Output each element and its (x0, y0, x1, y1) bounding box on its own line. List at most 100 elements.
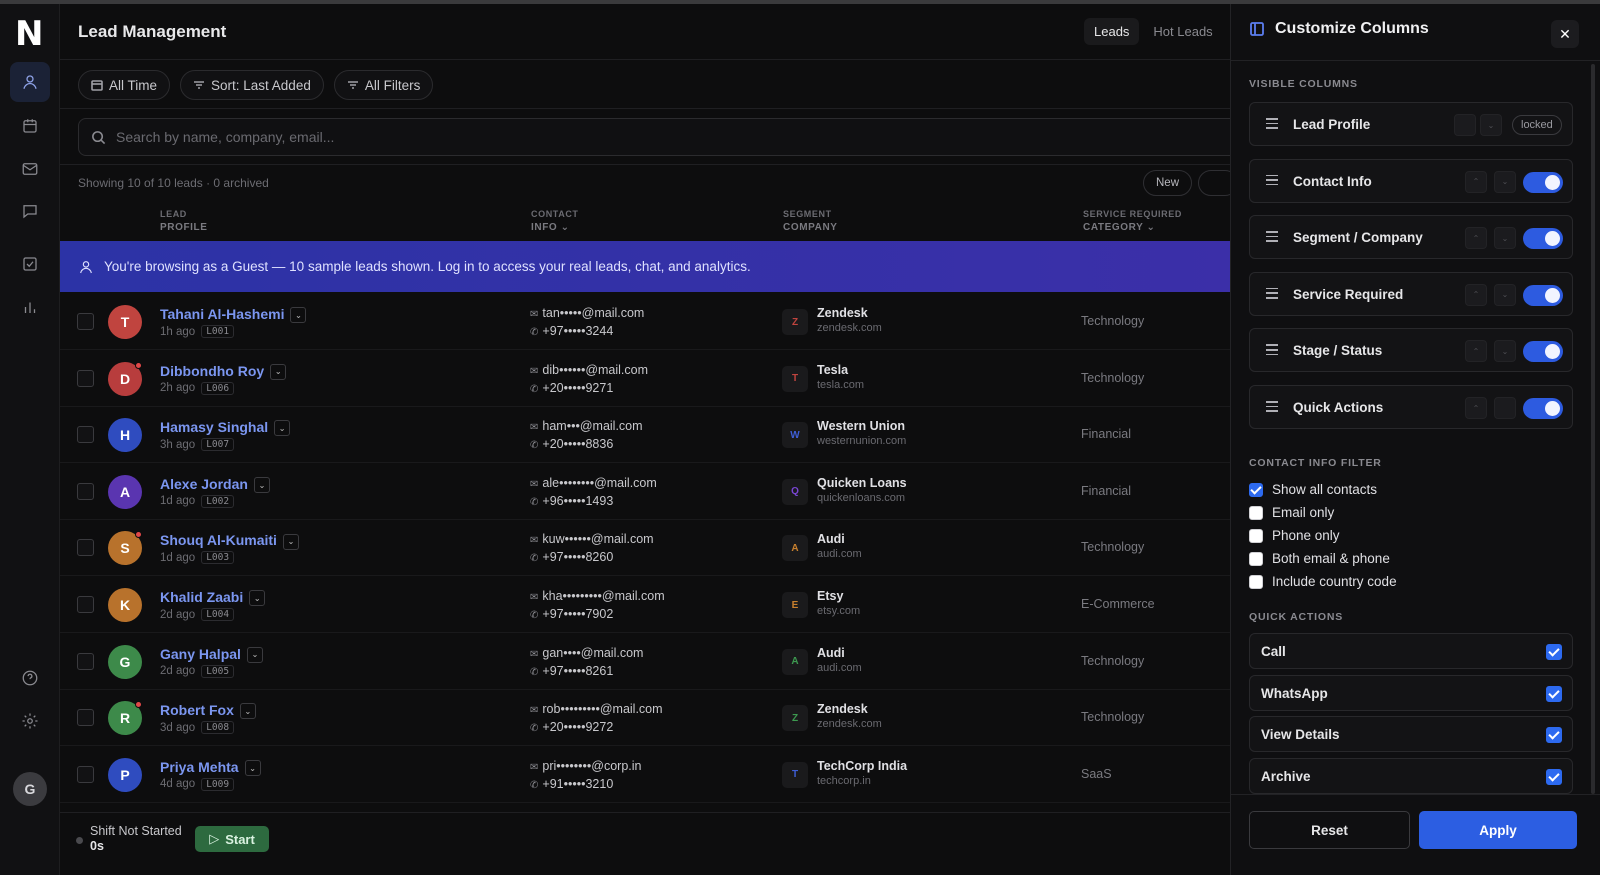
drag-handle-icon[interactable] (1266, 118, 1278, 130)
move-up-button[interactable]: ⌃ (1465, 340, 1487, 363)
drag-handle-icon[interactable] (1266, 401, 1278, 413)
move-down-button[interactable]: ⌄ (1494, 283, 1516, 306)
contact-filter-option[interactable]: Show all contacts (1249, 482, 1377, 497)
move-up-button[interactable]: ⌃ (1465, 283, 1487, 306)
table-row[interactable]: A Alexe Jordan ⌄ 1d ago L002 ✉ ale••••••••@… (60, 464, 1230, 520)
reset-button[interactable]: Reset (1249, 811, 1410, 849)
tab-hot-leads[interactable]: Hot Leads (1143, 18, 1222, 45)
quick-action-option[interactable]: View Details (1249, 716, 1573, 753)
chevron-down-icon[interactable]: ⌄ (244, 760, 261, 777)
column-header-service[interactable]: SERVICE REQUIRED CATEGORY ⌄ (1083, 208, 1182, 234)
checkbox[interactable] (1546, 769, 1562, 786)
quick-action-option[interactable]: Archive (1249, 758, 1573, 795)
table-row[interactable]: D Dibbondho Roy ⌄ 2h ago L006 ✉ dib••••••@m… (60, 351, 1230, 407)
nav-settings-button[interactable] (10, 701, 50, 741)
chevron-down-icon[interactable]: ⌄ (274, 420, 291, 437)
user-avatar[interactable]: G (13, 772, 47, 806)
column-header-contact[interactable]: CONTACT INFO ⌄ (531, 208, 579, 234)
start-shift-button[interactable]: ▷ Start (195, 826, 269, 852)
chevron-down-icon[interactable]: ⌄ (253, 477, 270, 494)
move-down-button[interactable]: ⌄ (1494, 227, 1516, 250)
close-panel-button[interactable]: ✕ (1551, 20, 1579, 48)
checkbox[interactable] (1546, 644, 1562, 660)
lead-name-link[interactable]: Alexe Jordan ⌄ (160, 476, 270, 494)
chevron-down-icon[interactable]: ⌄ (249, 590, 266, 607)
move-down-button[interactable]: ⌄ (1480, 114, 1502, 136)
contact-filter-option[interactable]: Phone only (1249, 528, 1340, 543)
sort-button[interactable]: Sort: Last Added (180, 70, 324, 100)
column-option[interactable]: Lead Profile ⌄ locked (1249, 102, 1573, 146)
contact-filter-option[interactable]: Email only (1249, 505, 1334, 520)
checkbox[interactable] (1249, 482, 1263, 497)
chevron-down-icon[interactable]: ⌄ (290, 307, 307, 324)
next-filter-button[interactable] (1198, 170, 1230, 196)
checkbox[interactable] (1249, 574, 1263, 589)
row-checkbox[interactable] (77, 313, 94, 330)
new-filter-button[interactable]: New (1143, 170, 1193, 196)
column-option[interactable]: Stage / Status ⌃ ⌄ (1249, 328, 1573, 373)
nav-leads-button[interactable] (10, 62, 50, 102)
move-down-button[interactable]: ⌄ (1494, 340, 1516, 363)
panel-scrollbar[interactable] (1591, 64, 1595, 794)
table-row[interactable]: H Hamasy Singhal ⌄ 3h ago L007 ✉ ham•••@mai… (60, 407, 1230, 464)
chevron-down-icon[interactable]: ⌄ (246, 646, 263, 663)
column-visibility-toggle[interactable] (1523, 398, 1563, 419)
lead-name-link[interactable]: Tahani Al-Hashemi ⌄ (160, 306, 307, 324)
row-checkbox[interactable] (77, 765, 94, 783)
apply-button[interactable]: Apply (1419, 811, 1577, 849)
column-header-lead[interactable]: LEAD PROFILE (160, 208, 208, 234)
column-option[interactable]: Contact Info ⌃ ⌄ (1249, 158, 1573, 203)
lead-name-link[interactable]: Robert Fox ⌄ (160, 702, 256, 720)
lead-name-link[interactable]: Khalid Zaabi ⌄ (160, 589, 266, 607)
chevron-down-icon[interactable]: ⌄ (282, 533, 299, 550)
column-header-segment[interactable]: SEGMENT COMPANY (783, 208, 838, 234)
search-input[interactable] (116, 129, 1016, 145)
lead-name-link[interactable]: Shouq Al-Kumaiti ⌄ (160, 532, 299, 550)
drag-handle-icon[interactable] (1266, 231, 1278, 243)
row-checkbox[interactable] (77, 482, 94, 500)
quick-action-option[interactable]: WhatsApp (1249, 674, 1573, 711)
quick-action-option[interactable]: Call (1249, 633, 1573, 669)
nav-tasks-button[interactable] (10, 244, 50, 284)
row-checkbox[interactable] (77, 539, 94, 557)
move-up-button[interactable]: ⌃ (1465, 397, 1487, 419)
nav-chat-button[interactable] (10, 191, 50, 231)
table-row[interactable]: K Khalid Zaabi ⌄ 2d ago L004 ✉ kha•••••••••… (60, 577, 1230, 633)
checkbox[interactable] (1546, 727, 1562, 744)
nav-calendar-button[interactable] (10, 106, 50, 146)
move-down-button[interactable] (1494, 397, 1516, 419)
table-row[interactable]: R Robert Fox ⌄ 3d ago L008 ✉ rob•••••••••@m… (60, 690, 1230, 747)
checkbox[interactable] (1546, 685, 1562, 702)
move-down-button[interactable]: ⌄ (1494, 170, 1516, 193)
move-up-button[interactable]: ⌃ (1465, 170, 1487, 193)
move-up-button[interactable] (1454, 114, 1476, 136)
time-filter-button[interactable]: All Time (78, 70, 171, 100)
contact-filter-option[interactable]: Both email & phone (1249, 551, 1390, 566)
checkbox[interactable] (1249, 551, 1263, 566)
chevron-down-icon[interactable]: ⌄ (239, 703, 256, 720)
row-checkbox[interactable] (77, 426, 94, 444)
column-option[interactable]: Segment / Company ⌃ ⌄ (1249, 215, 1573, 260)
table-row[interactable]: S Shouq Al-Kumaiti ⌄ 1d ago L003 ✉ kuw•••••… (60, 520, 1230, 577)
column-option[interactable]: Service Required ⌃ ⌄ (1249, 271, 1573, 316)
drag-handle-icon[interactable] (1266, 287, 1278, 300)
lead-name-link[interactable]: Priya Mehta ⌄ (160, 759, 261, 777)
column-option[interactable]: Quick Actions ⌃ (1249, 385, 1573, 429)
nav-mail-button[interactable] (10, 149, 50, 189)
checkbox[interactable] (1249, 505, 1263, 520)
drag-handle-icon[interactable] (1266, 344, 1278, 356)
move-up-button[interactable]: ⌃ (1465, 227, 1487, 250)
row-checkbox[interactable] (77, 709, 94, 727)
column-visibility-toggle[interactable] (1523, 284, 1563, 306)
checkbox[interactable] (1249, 528, 1263, 543)
column-visibility-toggle[interactable] (1523, 228, 1563, 250)
chevron-down-icon[interactable]: ⌄ (270, 363, 287, 380)
tab-leads[interactable]: Leads (1084, 18, 1140, 45)
nav-analytics-button[interactable] (10, 287, 50, 327)
row-checkbox[interactable] (77, 596, 94, 613)
row-checkbox[interactable] (77, 652, 94, 670)
table-row[interactable]: G Gany Halpal ⌄ 2d ago L005 ✉ gan••••@mail.… (60, 634, 1230, 690)
contact-filter-option[interactable]: Include country code (1249, 574, 1397, 589)
all-filters-button[interactable]: All Filters (333, 70, 434, 100)
nav-help-button[interactable] (10, 658, 50, 698)
